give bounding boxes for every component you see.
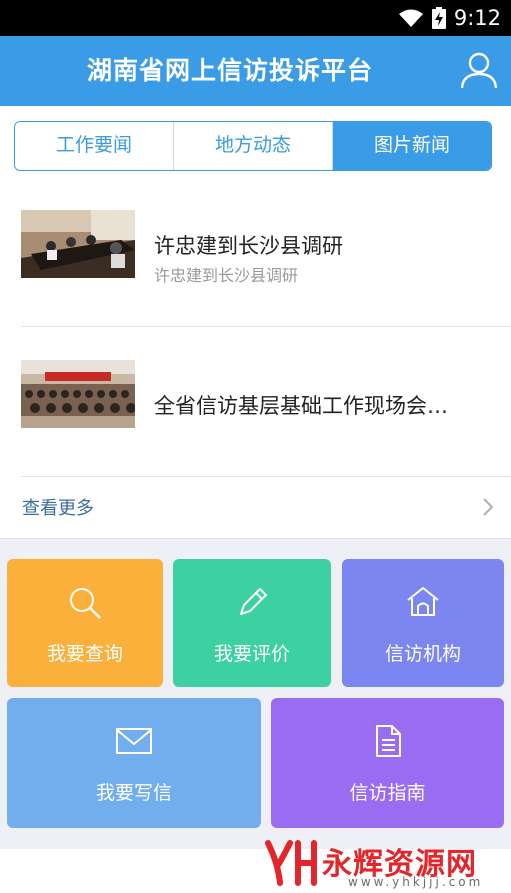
view-more-row[interactable]: 查看更多 — [0, 478, 511, 536]
tile-label: 信访机构 — [384, 643, 461, 665]
site-watermark: 永辉资源网 www.yhkjjj.com — [262, 835, 511, 893]
tab-local-news[interactable]: 地方动态 — [173, 122, 332, 170]
news-headline: 许忠建到长沙县调研 — [154, 234, 343, 258]
tile-label: 我要评价 — [213, 643, 290, 665]
status-bar: 9:12 — [0, 0, 511, 36]
wifi-icon — [398, 9, 423, 27]
evaluate-tile[interactable]: 我要评价 — [173, 559, 331, 687]
news-summary: 许忠建到长沙县调研 — [154, 266, 299, 285]
battery-icon — [431, 7, 446, 29]
view-more-label: 查看更多 — [22, 498, 94, 519]
news-tabs: 工作要闻 地方动态 图片新闻 — [14, 121, 492, 171]
watermark-logo — [265, 840, 317, 886]
divider — [21, 326, 511, 327]
news-thumbnail — [21, 210, 135, 278]
app-header: 湖南省网上信访投诉平台 — [0, 36, 511, 106]
page-title: 湖南省网上信访投诉平台 — [86, 56, 373, 85]
envelope-icon — [116, 728, 152, 754]
query-tile[interactable]: 我要查询 — [7, 559, 163, 687]
user-icon[interactable] — [459, 50, 499, 90]
news-item[interactable]: 许忠建到长沙县调研 许忠建到长沙县调研 — [0, 200, 511, 320]
pencil-icon — [240, 588, 267, 615]
news-headline: 全省信访基层基础工作现场会… — [154, 394, 448, 418]
write-letter-tile[interactable]: 我要写信 — [7, 698, 261, 828]
search-icon — [70, 588, 101, 619]
divider — [21, 476, 511, 477]
tile-label: 我要查询 — [46, 643, 123, 665]
tab-work-news[interactable]: 工作要闻 — [15, 122, 173, 170]
institution-tile[interactable]: 信访机构 — [342, 559, 504, 687]
document-icon — [375, 725, 401, 757]
watermark-url: www.yhkjjj.com — [348, 875, 484, 889]
news-item[interactable]: 全省信访基层基础工作现场会… — [0, 350, 511, 470]
status-time: 9:12 — [453, 6, 501, 30]
house-icon — [407, 587, 439, 616]
guide-tile[interactable]: 信访指南 — [271, 698, 504, 828]
tile-label: 信访指南 — [349, 782, 426, 804]
tab-picture-news[interactable]: 图片新闻 — [332, 122, 491, 170]
news-thumbnail — [21, 360, 135, 428]
chevron-right-icon — [483, 498, 494, 516]
tile-label: 我要写信 — [95, 782, 172, 804]
